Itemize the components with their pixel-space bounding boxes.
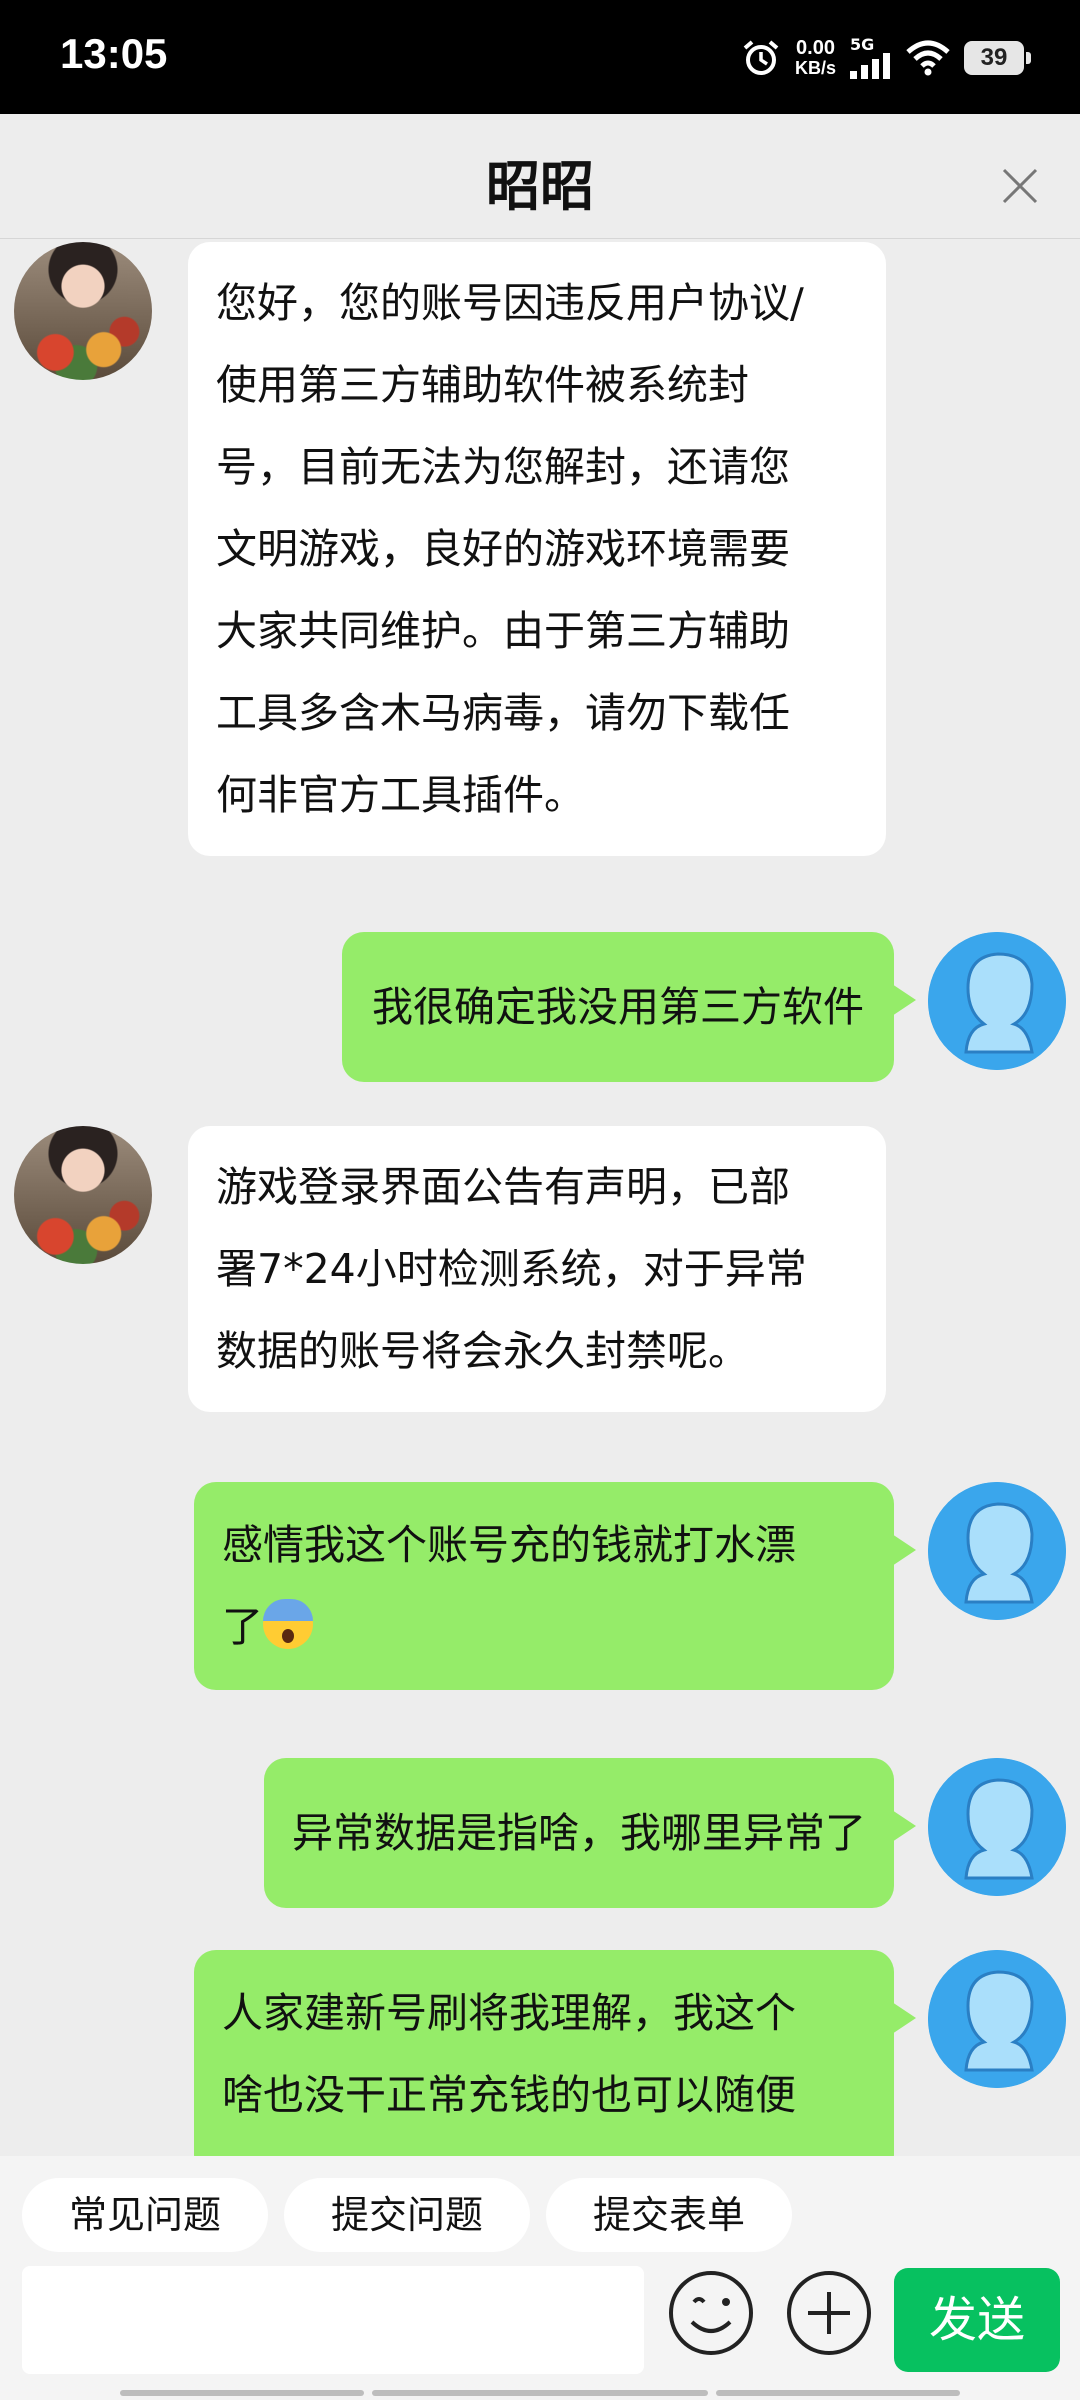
signal-icon: 5G [850,37,892,79]
emoji-icon[interactable] [666,2268,756,2358]
net-speed: 0.00 KB/s [794,37,836,78]
wifi-icon [906,40,950,76]
gesture-bar [120,2390,364,2396]
user-avatar[interactable] [928,1482,1066,1620]
gesture-bar [716,2390,960,2396]
network-type: 5G [850,35,875,54]
gesture-bar [372,2390,708,2396]
plus-icon[interactable] [784,2268,874,2358]
fearful-face-emoji [263,1599,313,1649]
user-message-bubble: 异常数据是指啥，我哪里异常了 [264,1758,916,1908]
submit-question-button[interactable]: 提交问题 [284,2178,530,2252]
agent-message-bubble: 游戏登录界面公告有声明，已部 署7*24小时检测系统，对于异常 数据的账号将会永… [188,1126,886,1412]
user-avatar[interactable] [928,1950,1066,2088]
quick-actions-bar: 常见问题 提交问题 提交表单 [0,2156,1080,2266]
chat-header: 昭昭 [0,114,1080,239]
agent-avatar[interactable] [14,242,152,380]
close-icon[interactable] [1000,166,1040,206]
user-message-bubble: 感情我这个账号充的钱就打水漂 了 [194,1482,916,1690]
user-avatar[interactable] [928,932,1066,1070]
status-bar: 13:05 0.00 KB/s 5G 39 [0,0,1080,114]
battery-icon: 39 [964,41,1031,75]
alarm-icon [743,40,779,75]
user-avatar[interactable] [928,1758,1066,1896]
user-message-bubble: 人家建新号刷将我理解，我这个 啥也没干正常充钱的也可以随便 [194,1950,916,2156]
faq-button[interactable]: 常见问题 [22,2178,268,2252]
agent-avatar[interactable] [14,1126,152,1264]
agent-message-bubble: 您好，您的账号因违反用户协议/ 使用第三方辅助软件被系统封 号，目前无法为您解封… [188,242,886,856]
battery-level: 39 [980,44,1008,71]
submit-form-button[interactable]: 提交表单 [546,2178,792,2252]
status-icons: 0.00 KB/s 5G 39 [741,30,1031,86]
page-title: 昭昭 [486,155,594,218]
message-input[interactable] [22,2266,644,2374]
input-bar: 发送 [0,2266,1080,2400]
status-time: 13:05 [60,30,168,77]
chat-list[interactable]: 您好，您的账号因违反用户协议/ 使用第三方辅助软件被系统封 号，目前无法为您解封… [0,238,1080,2156]
user-message-bubble: 我很确定我没用第三方软件 [342,932,916,1082]
send-button[interactable]: 发送 [894,2268,1060,2372]
